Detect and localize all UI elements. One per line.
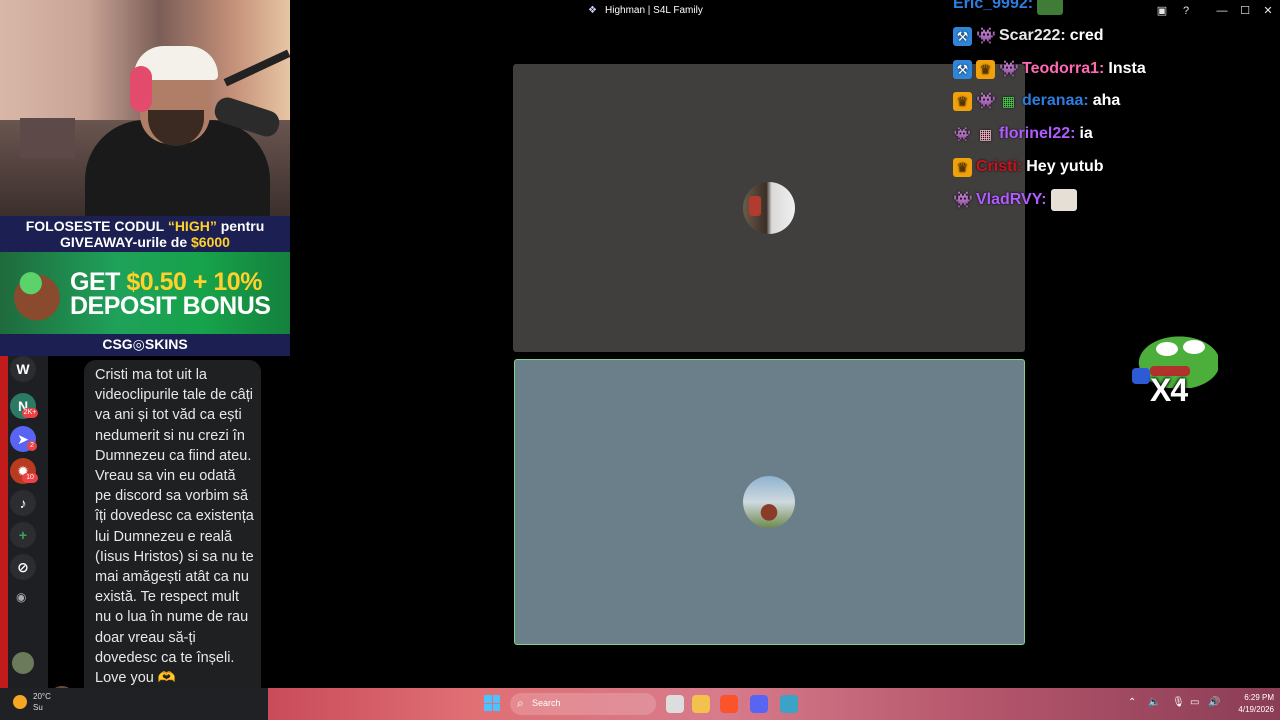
chat-line: ⚒ 👾 Scar222: cred <box>953 24 1104 48</box>
windows-start-icon[interactable] <box>484 695 500 711</box>
clock-date[interactable]: 4/19/2026 <box>1224 705 1274 714</box>
chat-line: ♛ Cristi: Hey yutub <box>953 155 1104 179</box>
banner-text: pentru <box>216 218 265 234</box>
cat-emote-icon <box>1050 189 1077 211</box>
chat-username: deranaa: <box>1022 92 1089 109</box>
banner-code-line: FOLOSESTE CODUL “HIGH” pentru <box>0 218 290 234</box>
pepe-hand <box>1132 368 1150 384</box>
maximize-button[interactable]: ☐ <box>1237 4 1253 18</box>
unread-badge: 2 <box>27 441 37 451</box>
help-icon[interactable]: ? <box>1178 4 1194 18</box>
chat-username: Cristi: <box>976 158 1023 175</box>
user-avatar[interactable] <box>12 652 34 674</box>
sponsor-logo: CSG◎SKINS <box>102 336 188 352</box>
banner-amount: $6000 <box>191 234 230 250</box>
moderator-badge-icon: ⚒ <box>953 59 972 79</box>
chat-line: Eric_9992: <box>953 0 1064 16</box>
mascot-image <box>6 258 68 330</box>
unread-badge: 2K+ <box>22 408 38 418</box>
promo-subline: DEPOSIT BONUS <box>70 292 271 320</box>
emote-multiplier: X4 <box>1150 372 1188 408</box>
participant-avatar-2 <box>743 476 795 528</box>
explore-servers-button[interactable]: ⊘ <box>10 554 36 580</box>
search-icon: ⌕ <box>517 696 524 710</box>
task-view-icon[interactable] <box>666 695 684 713</box>
display-icon[interactable]: ▭ <box>1190 697 1199 708</box>
rss-icon[interactable]: ◉ <box>16 590 26 604</box>
chat-line: ♛ 👾 ▦ deranaa: aha <box>953 89 1120 113</box>
weather-temperature: 20°C <box>33 692 51 701</box>
frog-emote-icon <box>1037 0 1064 15</box>
search-placeholder: Search <box>532 698 561 708</box>
banner-text: FOLOSESTE CODUL <box>25 218 168 234</box>
chat-message: aha <box>1092 92 1121 109</box>
browser-icon[interactable] <box>780 695 798 713</box>
clock-time[interactable]: 6:29 PM <box>1232 693 1274 702</box>
alien-badge-icon: 👾 <box>976 27 996 45</box>
crown-badge-icon: ♛ <box>953 157 972 177</box>
message-text: Cristi ma tot uit la videoclipurile tale… <box>95 367 254 687</box>
discord-taskbar-icon[interactable] <box>750 695 768 713</box>
chat-message: ia <box>1079 125 1093 142</box>
webcam-overlay <box>0 0 290 216</box>
weather-icon[interactable] <box>13 695 27 709</box>
microphone-icon[interactable]: 🎙 <box>1172 697 1185 708</box>
chat-message: Insta <box>1108 60 1146 77</box>
alien-badge-icon: 👾 <box>999 60 1019 78</box>
window-title: Highman | S4L Family <box>605 5 703 16</box>
pink-alien-badge-icon: 👾 <box>953 125 972 142</box>
chat-message: Hey yutub <box>1026 158 1104 175</box>
banner-giveaway-line: GIVEAWAY-urile de $6000 <box>0 234 290 250</box>
unread-badge: 10 <box>22 473 38 483</box>
chat-message: cred <box>1069 27 1104 44</box>
banner-text: GIVEAWAY-urile de <box>60 234 192 250</box>
chat-username: Teodorra1: <box>1022 60 1105 77</box>
room-desk <box>20 118 75 158</box>
tray-overflow-icon[interactable]: ⌃ <box>1128 697 1136 708</box>
add-server-button[interactable]: + <box>10 522 36 548</box>
title-bar[interactable] <box>290 0 1280 22</box>
discord-app-icon: ❖ <box>588 5 597 16</box>
alien-badge-icon: 👾 <box>953 191 973 209</box>
crown-badge-icon: ♛ <box>976 59 995 79</box>
chat-line: 👾 VladRVY: <box>953 188 1077 212</box>
moderator-badge-icon: ⚒ <box>953 26 972 46</box>
volume-icon[interactable]: 🔊 <box>1208 697 1220 708</box>
server-w[interactable]: W <box>10 356 36 382</box>
crown-badge-icon: ♛ <box>953 91 972 111</box>
pepe-eye <box>1183 340 1205 354</box>
server-music[interactable]: ♪ <box>10 490 36 516</box>
gift-badge-icon: ▦ <box>1001 92 1016 109</box>
banner-code: “HIGH” <box>167 218 217 234</box>
speaker-icon[interactable]: 🔈 <box>1148 697 1160 708</box>
minimize-button[interactable]: — <box>1214 4 1230 18</box>
close-button[interactable]: ✕ <box>1260 4 1276 18</box>
rail-accent <box>0 356 8 688</box>
chat-username: florinel22: <box>999 125 1076 142</box>
gift-badge-icon: ▦ <box>978 125 993 142</box>
brave-browser-icon[interactable] <box>720 695 738 713</box>
pepe-eye <box>1156 342 1178 356</box>
chat-line: 👾 ▦ florinel22: ia <box>953 122 1093 146</box>
chat-username: Scar222: <box>999 27 1066 44</box>
chat-line: ⚒ ♛ 👾 Teodorra1: Insta <box>953 57 1146 81</box>
mic-arm <box>223 49 290 87</box>
participant-avatar-1 <box>743 182 795 234</box>
inbox-icon[interactable]: ▣ <box>1154 4 1170 18</box>
weather-description: Su <box>33 703 43 712</box>
chat-username: Eric_9992: <box>953 0 1034 12</box>
file-explorer-icon[interactable] <box>692 695 710 713</box>
chat-username: VladRVY: <box>976 191 1047 208</box>
headphones <box>130 66 152 112</box>
alien-badge-icon: 👾 <box>976 92 996 110</box>
